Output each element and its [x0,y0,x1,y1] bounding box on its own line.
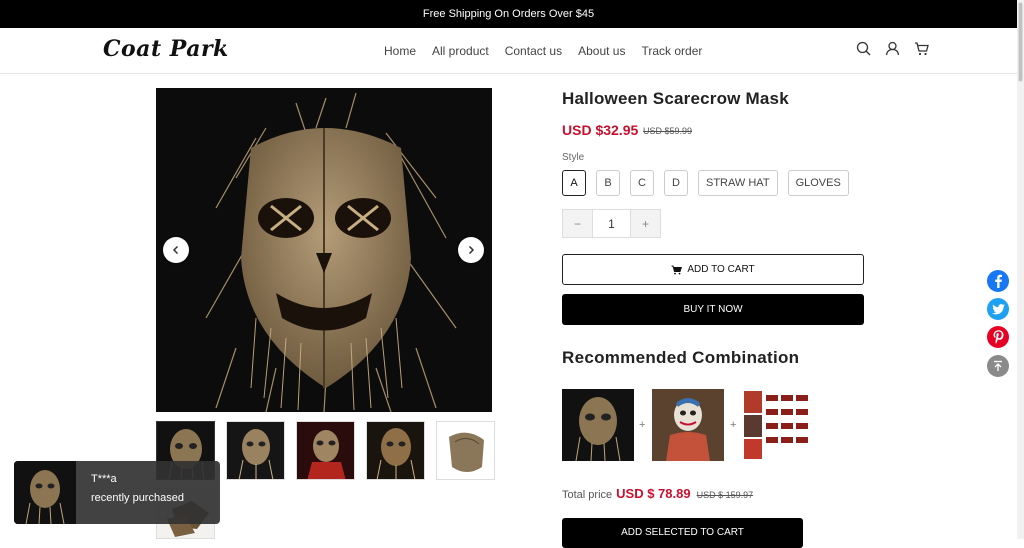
nav-home[interactable]: Home [384,44,416,58]
buy-it-now-button[interactable]: BUY IT NOW [562,294,864,325]
facebook-icon[interactable] [987,270,1009,292]
product-price: USD $32.95 [562,122,639,138]
combo-item-scarecrow-mask[interactable] [562,389,634,461]
style-options: A B C D STRAW HAT GLOVES [562,170,849,196]
total-old-price: USD $ 159.97 [696,490,754,500]
style-label: Style [562,152,585,163]
combo-plus-2: + [730,419,737,431]
recent-purchase-name: T***a [91,473,117,485]
quantity-input[interactable]: 1 [592,210,631,237]
style-option-straw-hat[interactable]: STRAW HAT [698,170,778,196]
nav-contact-us[interactable]: Contact us [505,44,562,58]
twitter-icon[interactable] [987,298,1009,320]
thumbnail-2[interactable] [226,421,285,480]
recommended-title: Recommended Combination [562,348,800,367]
site-header: Coat Park Home All product Contact us Ab… [0,28,1017,74]
combo-item-tattoo-stickers[interactable] [742,389,814,461]
thumbnail-3[interactable] [296,421,355,480]
add-selected-to-cart-button[interactable]: ADD SELECTED TO CART [562,518,803,548]
product-old-price: USD $59.99 [643,126,693,136]
nav-about-us[interactable]: About us [578,44,625,58]
page-scrollbar[interactable] [1017,0,1024,539]
nav-all-product[interactable]: All product [432,44,489,58]
nav-track-order[interactable]: Track order [641,44,702,58]
prev-image-button[interactable] [163,237,189,263]
cart-icon[interactable] [914,41,929,56]
combo-plus-1: + [639,419,646,431]
chevron-right-icon [468,245,475,255]
style-option-b[interactable]: B [596,170,620,196]
cart-icon [671,265,683,274]
quantity-increase-button[interactable]: + [631,210,660,237]
total-price-row: Total price USD $ 78.89 USD $ 159.97 [562,486,753,501]
chevron-left-icon [172,245,179,255]
total-price-label: Total price [562,489,613,501]
style-option-c[interactable]: C [630,170,654,196]
thumbnail-4[interactable] [366,421,425,480]
total-price-value: USD $ 78.89 [616,486,691,501]
account-icon[interactable] [885,41,900,56]
style-option-gloves[interactable]: GLOVES [787,170,849,196]
quantity-decrease-button[interactable]: − [563,210,592,237]
site-logo[interactable]: Coat Park [103,36,229,62]
thumbnail-5[interactable] [436,421,495,480]
back-to-top-icon[interactable] [987,355,1009,377]
recent-purchase-popup[interactable]: T***a recently purchased [14,461,220,524]
recent-purchase-message: recently purchased [91,492,184,504]
product-title: Halloween Scarecrow Mask [562,89,789,108]
recent-purchase-image [14,461,76,524]
quantity-stepper: − 1 + [562,209,661,238]
add-to-cart-label: ADD TO CART [687,264,755,275]
style-option-d[interactable]: D [664,170,688,196]
main-nav: Home All product Contact us About us Tra… [384,44,702,58]
next-image-button[interactable] [458,237,484,263]
add-to-cart-button[interactable]: ADD TO CART [562,254,864,285]
announcement-text: Free Shipping On Orders Over $45 [422,8,595,20]
search-icon[interactable] [856,41,871,56]
combo-item-clown-bust[interactable] [652,389,724,461]
style-option-a[interactable]: A [562,170,586,196]
product-main-image[interactable] [156,88,492,412]
pinterest-icon[interactable] [987,326,1009,348]
announcement-bar: Free Shipping On Orders Over $45 [0,0,1017,28]
